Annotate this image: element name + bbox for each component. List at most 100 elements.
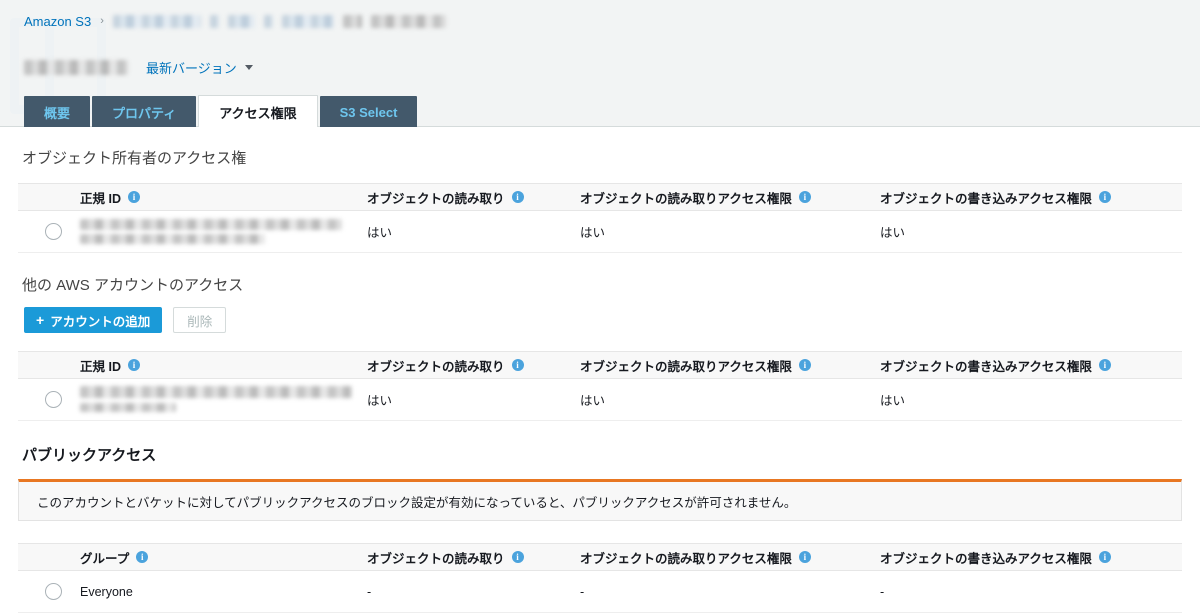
object-name-redacted — [24, 60, 128, 75]
accounts-col-object-read-label: オブジェクトの読み取り — [367, 359, 505, 374]
breadcrumb-separator-redacted-3 — [342, 14, 362, 28]
public-col-read-acl: オブジェクトの読み取りアクセス権限 i — [580, 543, 880, 571]
owner-row-canonical-id — [80, 210, 367, 253]
public-access-alert-text: このアカウントとバケットに対してパブリックアクセスのブロック設定が有効になってい… — [37, 495, 797, 510]
public-col-write-acl-label: オブジェクトの書き込みアクセス権限 — [880, 551, 1092, 566]
table-header-row: 正規 ID i オブジェクトの読み取り i オブジェクトの読み取りアクセス権限 … — [18, 183, 1182, 211]
public-col-write-acl: オブジェクトの書き込みアクセス権限 i — [880, 543, 1182, 571]
owner-col-object-read: オブジェクトの読み取り i — [367, 183, 580, 211]
add-account-button-label: アカウントの追加 — [50, 314, 151, 329]
public-access-blocked-alert: このアカウントとバケットに対してパブリックアクセスのブロック設定が有効になってい… — [18, 479, 1182, 521]
tab-s3-select-label: S3 Select — [339, 104, 398, 120]
tab-overview[interactable]: 概要 — [24, 96, 91, 128]
public-col-read-acl-label: オブジェクトの読み取りアクセス権限 — [580, 551, 792, 566]
delete-account-button: 削除 — [173, 307, 227, 333]
row-radio-button[interactable] — [45, 223, 62, 240]
owner-col-canonical-id: 正規 ID i — [80, 183, 367, 211]
info-icon[interactable]: i — [136, 551, 149, 563]
info-icon[interactable]: i — [511, 191, 524, 203]
public-access-table: グループ i オブジェクトの読み取り i オブジェクトの読み取りアクセス権限 i — [18, 543, 1182, 613]
breadcrumb-separator-redacted-2 — [263, 14, 273, 28]
plus-icon: + — [36, 312, 45, 328]
owner-access-table: 正規 ID i オブジェクトの読み取り i オブジェクトの読み取りアクセス権限 … — [18, 183, 1182, 253]
accounts-row-canonical-id — [80, 378, 367, 421]
accounts-col-object-read: オブジェクトの読み取り i — [367, 351, 580, 379]
tab-bar: 概要 プロパティ アクセス権限 S3 Select — [24, 95, 418, 128]
info-icon[interactable]: i — [1098, 359, 1111, 371]
other-accounts-actions: + アカウントの追加 削除 — [24, 307, 1200, 333]
owner-row-read-acl: はい — [580, 210, 880, 253]
breadcrumb: Amazon S3 › — [24, 12, 446, 30]
row-radio-button[interactable] — [45, 391, 62, 408]
table-row[interactable]: はい はい はい — [18, 378, 1182, 421]
owner-row-select-cell — [18, 210, 80, 253]
accounts-row-read-acl: はい — [580, 378, 880, 421]
accounts-col-write-acl-label: オブジェクトの書き込みアクセス権限 — [880, 359, 1092, 374]
breadcrumb-item-redacted-3[interactable] — [281, 14, 334, 28]
version-selector-label: 最新バージョン — [146, 61, 237, 76]
owner-row-object-read: はい — [367, 210, 580, 253]
public-row-object-read: - — [367, 570, 580, 613]
tab-properties[interactable]: プロパティ — [92, 96, 197, 128]
public-row-read-acl: - — [580, 570, 880, 613]
accounts-col-canonical-id-label: 正規 ID — [80, 359, 121, 374]
owner-col-write-acl: オブジェクトの書き込みアクセス権限 i — [880, 183, 1182, 211]
accounts-row-select-cell — [18, 378, 80, 421]
breadcrumb-separator-redacted-1 — [209, 14, 219, 28]
owner-col-read-acl-label: オブジェクトの読み取りアクセス権限 — [580, 191, 792, 206]
public-col-object-read: オブジェクトの読み取り i — [367, 543, 580, 571]
info-icon[interactable]: i — [1098, 551, 1111, 563]
accounts-row-object-read: はい — [367, 378, 580, 421]
info-icon[interactable]: i — [127, 191, 140, 203]
table-header-row: 正規 ID i オブジェクトの読み取り i オブジェクトの読み取りアクセス権限 … — [18, 351, 1182, 379]
owner-col-select — [18, 183, 80, 211]
accounts-col-select — [18, 351, 80, 379]
breadcrumb-item-redacted-1[interactable] — [112, 14, 201, 28]
owner-col-write-acl-label: オブジェクトの書き込みアクセス権限 — [880, 191, 1092, 206]
permissions-content: オブジェクト所有者のアクセス権 正規 ID i オブジェクトの読み取り i オブ… — [0, 127, 1200, 613]
public-row-select-cell — [18, 570, 80, 613]
add-account-button[interactable]: + アカウントの追加 — [24, 307, 163, 333]
table-row[interactable]: Everyone - - - — [18, 570, 1182, 613]
info-icon[interactable]: i — [511, 551, 524, 563]
public-col-group: グループ i — [80, 543, 367, 571]
accounts-row-write-acl: はい — [880, 378, 1182, 421]
info-icon[interactable]: i — [798, 191, 811, 203]
other-accounts-table: 正規 ID i オブジェクトの読み取り i オブジェクトの読み取りアクセス権限 … — [18, 351, 1182, 421]
info-icon[interactable]: i — [127, 359, 140, 371]
tab-permissions[interactable]: アクセス権限 — [198, 95, 318, 128]
public-col-object-read-label: オブジェクトの読み取り — [367, 551, 505, 566]
public-row-write-acl: - — [880, 570, 1182, 613]
owner-row-write-acl: はい — [880, 210, 1182, 253]
accounts-col-canonical-id: 正規 ID i — [80, 351, 367, 379]
section-title-public-access: パブリックアクセス — [22, 447, 157, 464]
accounts-col-write-acl: オブジェクトの書き込みアクセス権限 i — [880, 351, 1182, 379]
row-radio-button[interactable] — [45, 583, 62, 600]
accounts-col-read-acl-label: オブジェクトの読み取りアクセス権限 — [580, 359, 792, 374]
info-icon[interactable]: i — [798, 359, 811, 371]
info-icon[interactable]: i — [1098, 191, 1111, 203]
breadcrumb-item-amazon-s3[interactable]: Amazon S3 — [24, 14, 91, 29]
delete-account-button-label: 削除 — [187, 314, 213, 329]
table-header-row: グループ i オブジェクトの読み取り i オブジェクトの読み取りアクセス権限 i — [18, 543, 1182, 571]
breadcrumb-separator: › — [100, 15, 104, 27]
public-row-group: Everyone — [80, 570, 367, 613]
table-row[interactable]: はい はい はい — [18, 210, 1182, 253]
tab-s3-select[interactable]: S3 Select — [319, 96, 418, 128]
owner-col-canonical-id-label: 正規 ID — [80, 191, 121, 206]
section-title-other-accounts: 他の AWS アカウントのアクセス — [22, 277, 244, 294]
info-icon[interactable]: i — [511, 359, 524, 371]
tab-properties-label: プロパティ — [112, 105, 177, 121]
owner-col-object-read-label: オブジェクトの読み取り — [367, 191, 505, 206]
object-header-row: 最新バージョン — [24, 58, 253, 77]
tab-overview-label: 概要 — [44, 105, 71, 121]
public-col-select — [18, 543, 80, 571]
tab-permissions-label: アクセス権限 — [219, 105, 297, 121]
info-icon[interactable]: i — [798, 551, 811, 563]
section-title-owner-access: オブジェクト所有者のアクセス権 — [22, 150, 247, 167]
breadcrumb-item-redacted-4 — [370, 14, 446, 28]
breadcrumb-item-redacted-2[interactable] — [227, 14, 255, 28]
accounts-col-read-acl: オブジェクトの読み取りアクセス権限 i — [580, 351, 880, 379]
public-col-group-label: グループ — [80, 551, 130, 566]
version-selector[interactable]: 最新バージョン — [146, 58, 253, 77]
